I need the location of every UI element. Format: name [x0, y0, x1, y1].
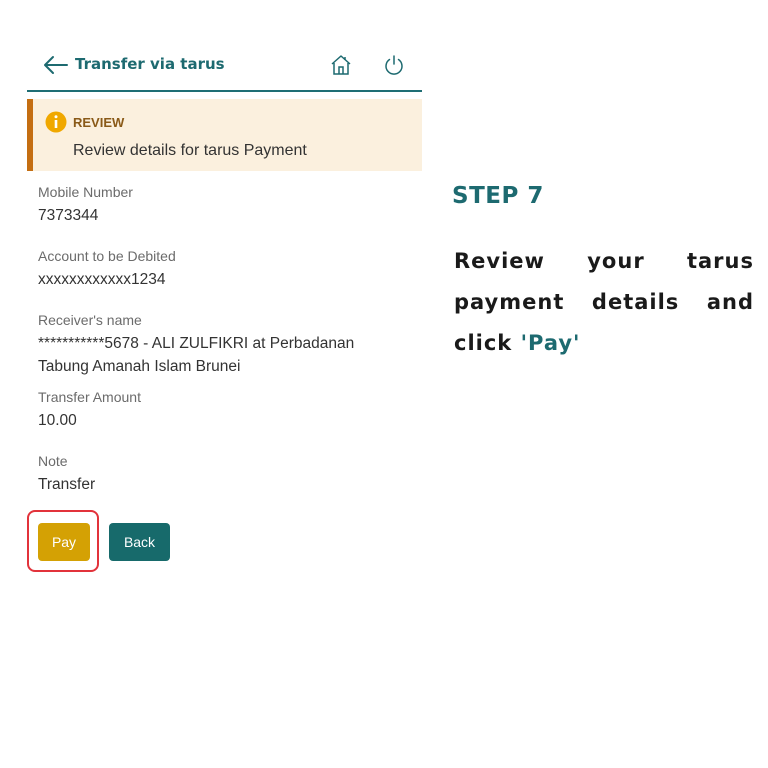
- field-value: 10.00: [38, 412, 77, 429]
- instruction-highlight: 'Pay': [520, 331, 581, 355]
- home-icon[interactable]: [330, 54, 352, 76]
- review-banner: REVIEW Review details for tarus Payment: [27, 99, 422, 171]
- mobile-number-field: Mobile Number 7373344: [38, 184, 388, 227]
- phone-screen: Transfer via tarus REVIEW Review details…: [27, 40, 422, 510]
- field-value: Transfer: [38, 476, 96, 493]
- back-arrow-icon[interactable]: [43, 54, 69, 76]
- debit-account-field: Account to be Debited xxxxxxxxxxxx1234: [38, 248, 388, 291]
- field-label: Mobile Number: [38, 184, 133, 200]
- field-label: Receiver's name: [38, 312, 142, 328]
- pay-button[interactable]: Pay: [38, 523, 90, 561]
- field-value: xxxxxxxxxxxx1234: [38, 271, 166, 288]
- receiver-name-field: Receiver's name ***********5678 - ALI ZU…: [38, 312, 388, 378]
- back-button[interactable]: Back: [109, 523, 170, 561]
- step-heading: STEP 7: [452, 183, 544, 209]
- page-title: Transfer via tarus: [75, 55, 225, 73]
- field-label: Transfer Amount: [38, 389, 141, 405]
- instruction-text: Review your tarus payment details and cl…: [454, 249, 754, 355]
- field-value: 7373344: [38, 207, 99, 224]
- field-label: Note: [38, 453, 68, 469]
- info-icon: [45, 111, 67, 133]
- step-instruction: Review your tarus payment details and cl…: [454, 241, 754, 364]
- field-label: Account to be Debited: [38, 248, 176, 264]
- app-header: Transfer via tarus: [27, 40, 422, 92]
- review-title: REVIEW: [73, 115, 125, 130]
- transfer-amount-field: Transfer Amount 10.00: [38, 389, 388, 432]
- review-text: Review details for tarus Payment: [73, 142, 307, 159]
- power-icon[interactable]: [383, 54, 405, 76]
- field-value: ***********5678 - ALI ZULFIKRI at Perbad…: [38, 335, 355, 375]
- note-field: Note Transfer: [38, 453, 388, 496]
